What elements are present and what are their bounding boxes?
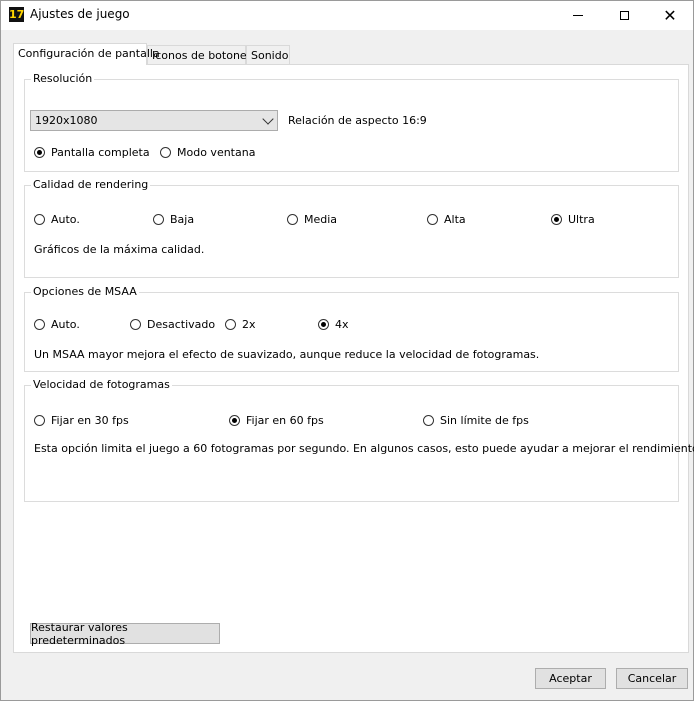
radio-windowed[interactable]: Modo ventana (160, 146, 255, 159)
radio-button-icon (551, 214, 562, 225)
framerate-description: Esta opción limita el juego a 60 fotogra… (34, 442, 694, 455)
radio-rendering-auto[interactable]: Auto. (34, 213, 80, 226)
resolution-selected-value: 1920x1080 (35, 114, 98, 127)
tab-sound[interactable]: Sonido (246, 45, 290, 64)
radio-fps-30[interactable]: Fijar en 30 fps (34, 414, 129, 427)
radio-msaa-auto[interactable]: Auto. (34, 318, 80, 331)
maximize-icon (619, 11, 629, 20)
minimize-icon (573, 15, 583, 16)
close-icon: ✕ (663, 5, 677, 25)
radio-fps-unlimited[interactable]: Sin límite de fps (423, 414, 529, 427)
rendering-legend: Calidad de rendering (31, 178, 151, 191)
radio-label: Ultra (568, 213, 595, 226)
radio-button-icon (423, 415, 434, 426)
radio-button-icon (34, 147, 45, 158)
restore-defaults-button[interactable]: Restaurar valores predeterminados (30, 621, 220, 647)
radio-label: Sin límite de fps (440, 414, 529, 427)
msaa-legend: Opciones de MSAA (31, 285, 139, 298)
maximize-button[interactable] (601, 1, 647, 30)
radio-rendering-low[interactable]: Baja (153, 213, 194, 226)
radio-rendering-medium[interactable]: Media (287, 213, 337, 226)
accept-button[interactable]: Aceptar (535, 668, 606, 689)
radio-button-icon (427, 214, 438, 225)
rendering-quality-group: Calidad de rendering Auto. Baja Media Al… (24, 178, 679, 278)
resolution-legend: Resolución (31, 72, 95, 85)
resolution-group: Resolución 1920x1080 Relación de aspecto… (24, 72, 679, 172)
radio-label: Desactivado (147, 318, 216, 331)
radio-msaa-off[interactable]: Desactivado (130, 318, 215, 331)
minimize-button[interactable] (555, 1, 601, 30)
radio-button-icon (130, 319, 141, 330)
framerate-legend: Velocidad de fotogramas (31, 378, 172, 391)
rendering-description: Gráficos de la máxima calidad. (34, 243, 205, 256)
radio-button-icon (229, 415, 240, 426)
cancel-button[interactable]: Cancelar (616, 668, 688, 689)
radio-label: Auto. (51, 213, 80, 226)
radio-msaa-4x[interactable]: 4x (318, 318, 349, 331)
radio-button-icon (287, 214, 298, 225)
radio-label: Modo ventana (177, 146, 256, 159)
app-logo-icon: 17 (9, 7, 25, 22)
radio-button-icon (153, 214, 164, 225)
radio-label: Media (304, 213, 338, 226)
radio-button-icon (34, 214, 45, 225)
aspect-ratio-label: Relación de aspecto 16:9 (288, 114, 427, 127)
radio-rendering-high[interactable]: Alta (427, 213, 466, 226)
chevron-down-icon (262, 113, 274, 125)
close-button[interactable]: ✕ (647, 1, 693, 30)
window-title: Ajustes de juego (30, 7, 130, 21)
radio-fullscreen[interactable]: Pantalla completa (34, 146, 150, 159)
radio-label: Fijar en 30 fps (51, 414, 129, 427)
radio-msaa-2x[interactable]: 2x (225, 318, 256, 331)
display-settings-panel: Resolución 1920x1080 Relación de aspecto… (13, 64, 694, 653)
radio-label: Alta (444, 213, 466, 226)
resolution-select[interactable]: 1920x1080 (30, 110, 278, 131)
radio-label: Baja (170, 213, 195, 226)
radio-button-icon (34, 415, 45, 426)
radio-button-icon (225, 319, 236, 330)
radio-label: Fijar en 60 fps (246, 414, 324, 427)
framerate-group: Velocidad de fotogramas Fijar en 30 fps … (24, 378, 694, 502)
radio-fps-60[interactable]: Fijar en 60 fps (229, 414, 324, 427)
radio-button-icon (318, 319, 329, 330)
radio-label: 2x (242, 318, 256, 331)
radio-button-icon (160, 147, 171, 158)
radio-rendering-ultra[interactable]: Ultra (551, 213, 595, 226)
radio-label: 4x (335, 318, 349, 331)
radio-label: Pantalla completa (51, 146, 150, 159)
msaa-description: Un MSAA mayor mejora el efecto de suaviz… (34, 348, 540, 361)
title-bar: 17 Ajustes de juego ✕ (1, 1, 693, 30)
tab-button-icons[interactable]: Iconos de botones (147, 45, 252, 64)
msaa-group: Opciones de MSAA Auto. Desactivado 2x 4x… (24, 285, 679, 372)
settings-window: 17 Ajustes de juego ✕ Configuración de p… (0, 0, 694, 701)
radio-label: Auto. (51, 318, 80, 331)
tab-display-settings[interactable]: Configuración de pantalla (13, 43, 160, 65)
radio-button-icon (34, 319, 45, 330)
